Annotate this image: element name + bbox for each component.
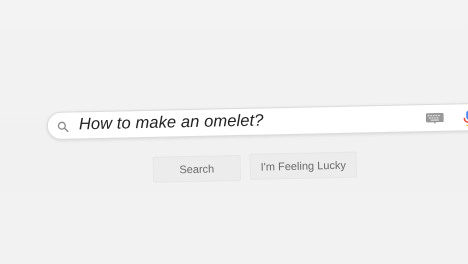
search-icon[interactable] xyxy=(57,121,69,133)
browser-viewport: How to make an omelet? Search I'm Feelin… xyxy=(0,0,468,264)
search-input[interactable]: How to make an omelet? xyxy=(79,112,264,135)
search-page: How to make an omelet? Search I'm Feelin… xyxy=(0,0,468,264)
microphone-icon[interactable] xyxy=(462,110,468,127)
search-box[interactable]: How to make an omelet? xyxy=(46,102,468,141)
feeling-lucky-button[interactable]: I'm Feeling Lucky xyxy=(249,151,358,180)
search-button[interactable]: Search xyxy=(152,154,242,183)
keyboard-icon[interactable] xyxy=(425,112,444,124)
